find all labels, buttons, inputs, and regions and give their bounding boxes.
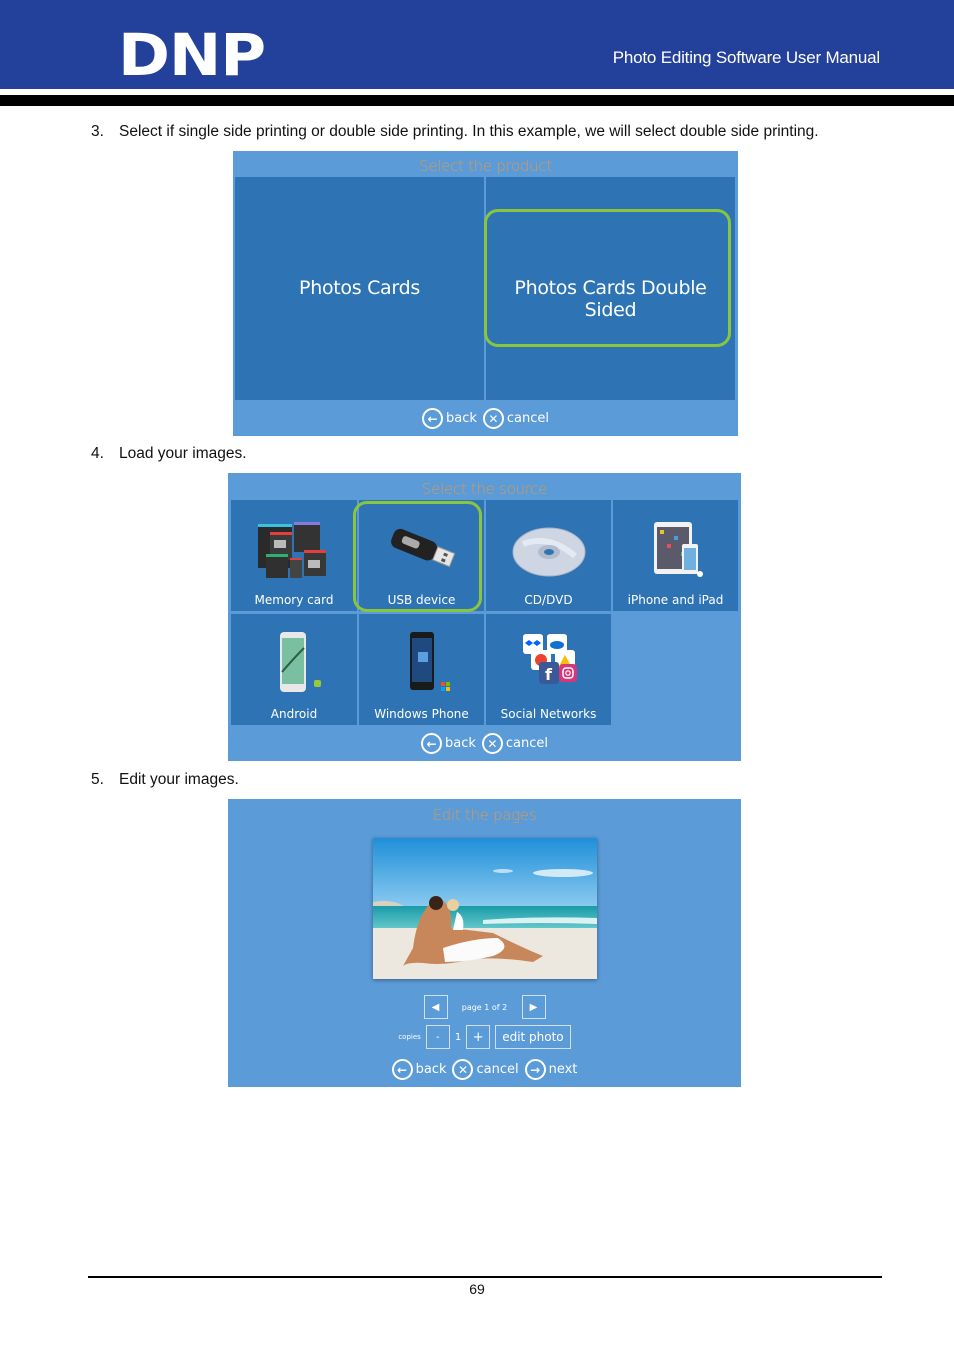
step-4: 4. Load your images. [91,445,247,463]
source-option-cd-dvd[interactable]: CD/DVD [486,500,611,611]
select-product-screen: Select the product Photos Cards Photos C… [233,151,738,436]
cancel-label: cancel [476,1062,519,1077]
ios-devices-icon [653,522,703,577]
page-indicator: page 1 of 2 [461,1002,508,1012]
cancel-button[interactable]: ✕ cancel [482,408,550,429]
caret-right-icon: ▶ [529,1001,538,1013]
source-option-iphone-ipad[interactable]: iPhone and iPad [613,500,738,611]
windows-phone-icon [409,632,450,691]
nav-bar: ← back ✕ cancel → next [228,1059,741,1080]
screen-title: Select the product [419,157,552,175]
step-text: Edit your images. [119,771,239,788]
page-navigator: ◀ page 1 of 2 ▶ [228,995,741,1019]
source-option-android[interactable]: Android [231,614,357,725]
source-option-label: CD/DVD [524,593,573,607]
source-option-label: Android [270,707,318,721]
back-arrow-icon: ← [420,733,442,754]
dnp-logo: DNP [118,21,266,89]
close-icon: ✕ [482,408,504,429]
back-arrow-icon: ← [421,408,443,429]
footer-divider [88,1276,882,1278]
product-option-photos-cards[interactable]: Photos Cards [235,177,484,400]
selection-highlight [484,209,731,347]
page-header: DNP Photo Editing Software User Manual [0,0,954,89]
nav-bar: ← back ✕ cancel [233,408,738,429]
back-button[interactable]: ← back [391,1059,447,1080]
product-option-label: Photos Cards [299,277,420,299]
source-option-label: Social Networks [500,707,597,721]
decrement-copies-button[interactable]: - [425,1025,450,1049]
step-text: Select if single side printing or double… [119,123,819,140]
svg-text:f: f [545,665,553,684]
manual-title: Photo Editing Software User Manual [612,48,880,67]
copies-value: 1 [454,1031,462,1043]
step-number: 3. [91,123,104,140]
source-option-memory-card[interactable]: Memory card [231,500,357,611]
social-networks-icon: f [522,634,577,684]
edit-photo-button[interactable]: edit photo [495,1025,571,1049]
source-option-label: Windows Phone [374,707,469,721]
memory-card-icon [258,522,326,578]
cancel-label: cancel [505,736,549,751]
previous-page-button[interactable]: ◀ [423,995,448,1019]
close-icon: ✕ [481,733,503,754]
back-button[interactable]: ← back [420,733,476,754]
edit-pages-screen: Edit the pages ◀ page 1 of 2 ▶ copies - … [228,799,741,1087]
copies-label: copies [398,1033,421,1041]
next-page-button[interactable]: ▶ [521,995,546,1019]
forward-arrow-icon: → [524,1059,546,1080]
step-5: 5. Edit your images. [91,771,239,789]
screen-title: Edit the pages [432,806,537,824]
step-3: 3. Select if single side printing or doub… [91,123,819,141]
selection-highlight [353,501,482,612]
step-text: Load your images. [119,445,247,462]
nav-bar: ← back ✕ cancel [228,733,741,754]
disc-icon [512,527,585,577]
back-label: back [444,736,476,751]
copies-controls: copies - 1 + edit photo [228,1025,741,1049]
step-number: 4. [91,445,104,462]
next-label: next [548,1062,578,1077]
step-number: 5. [91,771,104,788]
caret-left-icon: ◀ [431,1001,440,1013]
header-divider-thick [0,95,954,106]
header-divider-thin [0,89,954,93]
page-number: 69 [469,1281,485,1297]
back-arrow-icon: ← [391,1059,413,1080]
cancel-button[interactable]: ✕ cancel [452,1059,519,1080]
android-phone-icon [280,632,321,692]
increment-copies-button[interactable]: + [466,1025,491,1049]
back-label: back [445,411,477,426]
source-option-social-networks[interactable]: f Social Networks [486,614,611,725]
close-icon: ✕ [452,1059,474,1080]
photo-preview[interactable] [373,838,597,979]
back-button[interactable]: ← back [421,408,477,429]
select-source-screen: Select the source Memory card USB device [228,473,741,761]
cancel-button[interactable]: ✕ cancel [481,733,549,754]
source-option-windows-phone[interactable]: Windows Phone [359,614,484,725]
screen-title: Select the source [421,480,548,498]
beach-photo-image [373,838,597,979]
source-option-label: iPhone and iPad [627,593,724,607]
back-label: back [415,1062,447,1077]
cancel-label: cancel [506,411,550,426]
source-option-label: Memory card [254,593,334,607]
next-button[interactable]: → next [524,1059,578,1080]
